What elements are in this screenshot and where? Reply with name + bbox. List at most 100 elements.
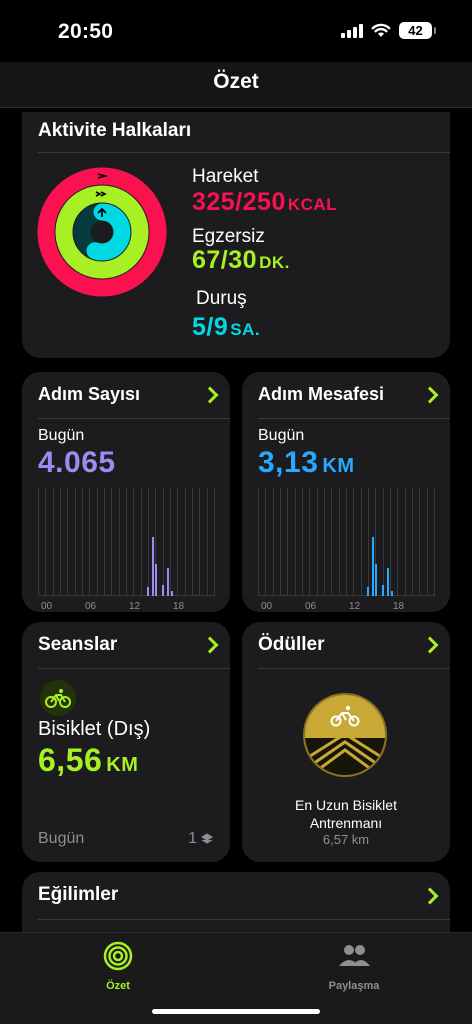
hist-gridline (397, 488, 399, 596)
hist-gridline (74, 488, 76, 596)
session-count: 1 (188, 830, 214, 848)
sessions-title: Seanslar (38, 634, 118, 655)
distance-value: 3,13 KM (258, 446, 355, 479)
tab-bar: Özet Paylaşma (0, 932, 472, 1024)
hist-gridline (331, 488, 333, 596)
steps-value: 4.065 (38, 446, 116, 479)
hist-gridline (412, 488, 413, 596)
awards-title: Ödüller (258, 634, 325, 655)
hist-bar (372, 536, 375, 596)
hist-bar (171, 590, 174, 596)
hist-gridline (133, 488, 135, 596)
stand-value: 5/9 SA. (192, 313, 261, 341)
hist-gridline (258, 488, 259, 596)
chevron-right-icon (421, 386, 439, 404)
hist-gridline (309, 488, 311, 596)
distance-period-label: Bugün (258, 427, 305, 444)
hist-gridline (126, 488, 127, 596)
hist-gridline (302, 488, 303, 596)
hist-gridline (206, 488, 208, 596)
tab-summary[interactable]: Özet (58, 941, 178, 992)
status-time: 20:50 (58, 20, 114, 43)
wifi-icon (371, 23, 391, 37)
hist-gridline (45, 488, 47, 596)
chevron-right-icon (201, 636, 219, 654)
hist-gridline (67, 488, 69, 596)
hist-gridline (265, 488, 267, 596)
activity-rings-tab-icon (103, 941, 133, 971)
session-period-label: Bugün (38, 830, 85, 847)
award-name: En Uzun Bisiklet Antrenmanı (295, 797, 397, 831)
hist-bar (381, 585, 384, 596)
hist-gridline (404, 488, 406, 596)
hist-gridline (280, 488, 281, 596)
hist-baseline (258, 595, 434, 596)
trends-title: Eğilimler (38, 884, 119, 905)
divider (38, 668, 230, 669)
hist-gridline (390, 488, 391, 596)
divider (38, 418, 230, 419)
hist-gridline (104, 488, 105, 596)
page-title: Özet (213, 70, 259, 93)
move-label: Hareket (192, 166, 259, 187)
exercise-label: Egzersiz (192, 226, 265, 247)
hist-gridline (272, 488, 274, 596)
hist-gridline (118, 488, 120, 596)
hist-bar (147, 587, 150, 596)
divider (38, 152, 450, 153)
activity-rings (36, 166, 168, 298)
divider (38, 919, 450, 920)
move-value: 325/250 KCAL (192, 188, 338, 216)
steps-period-label: Bugün (38, 427, 85, 444)
cycling-award-medal-icon (302, 692, 388, 778)
hist-gridline (192, 488, 193, 596)
divider (258, 668, 450, 669)
hist-tick-label: 18 (393, 601, 405, 612)
hist-gridline (368, 488, 369, 596)
hist-bar (375, 563, 378, 596)
outdoor-cycling-icon (40, 680, 76, 716)
hist-gridline (38, 488, 39, 596)
hist-gridline (60, 488, 61, 596)
activity-rings-card[interactable]: Aktivite Halkaları Hareket 325/250 KCAL E… (22, 112, 450, 358)
chevron-right-icon (421, 636, 439, 654)
hist-gridline (82, 488, 83, 596)
hist-baseline (38, 595, 214, 596)
hist-gridline (214, 488, 215, 596)
hist-gridline (170, 488, 171, 596)
hist-gridline (294, 488, 296, 596)
steps-hourly-chart: 00 06 12 18 (38, 488, 215, 612)
hist-gridline (426, 488, 428, 596)
tab-sharing[interactable]: Paylaşma (294, 941, 414, 992)
exercise-value: 67/30 DK. (192, 246, 290, 274)
divider (258, 418, 450, 419)
hist-tick-label: 12 (349, 601, 361, 612)
home-indicator[interactable] (152, 1009, 320, 1014)
sessions-card[interactable]: Seanslar Bisiklet (Dış) 6,56 KM Bugün 1 (22, 622, 230, 862)
hist-gridline (111, 488, 113, 596)
hist-gridline (184, 488, 186, 596)
hist-tick-label: 12 (129, 601, 141, 612)
hist-gridline (140, 488, 142, 596)
hist-gridline (287, 488, 289, 596)
hist-gridline (199, 488, 201, 596)
cellular-signal-icon (341, 23, 363, 38)
people-icon (339, 945, 370, 966)
hist-gridline (52, 488, 54, 596)
hist-gridline (316, 488, 318, 596)
nav-header: Özet (0, 62, 472, 108)
walking-distance-card[interactable]: Adım Mesafesi Bugün 3,13 KM 00 06 12 18 (242, 372, 450, 612)
distance-hourly-chart: 00 06 12 18 (258, 488, 435, 612)
tab-sharing-label: Paylaşma (328, 980, 380, 992)
hist-bar (391, 590, 394, 596)
hist-gridline (89, 488, 91, 596)
chevron-right-icon (421, 887, 439, 905)
awards-card[interactable]: Ödüller En Uzun Bisiklet Antrenmanı 6,57… (242, 622, 450, 862)
session-activity-label: Bisiklet (Dış) (38, 718, 151, 740)
hist-tick-label: 00 (41, 601, 53, 612)
hist-tick-label: 18 (173, 601, 185, 612)
step-count-card[interactable]: Adım Sayısı Bugün 4.065 00 06 12 18 (22, 372, 230, 612)
hist-bar (161, 585, 164, 596)
hist-tick-label: 00 (261, 601, 273, 612)
hist-gridline (324, 488, 325, 596)
